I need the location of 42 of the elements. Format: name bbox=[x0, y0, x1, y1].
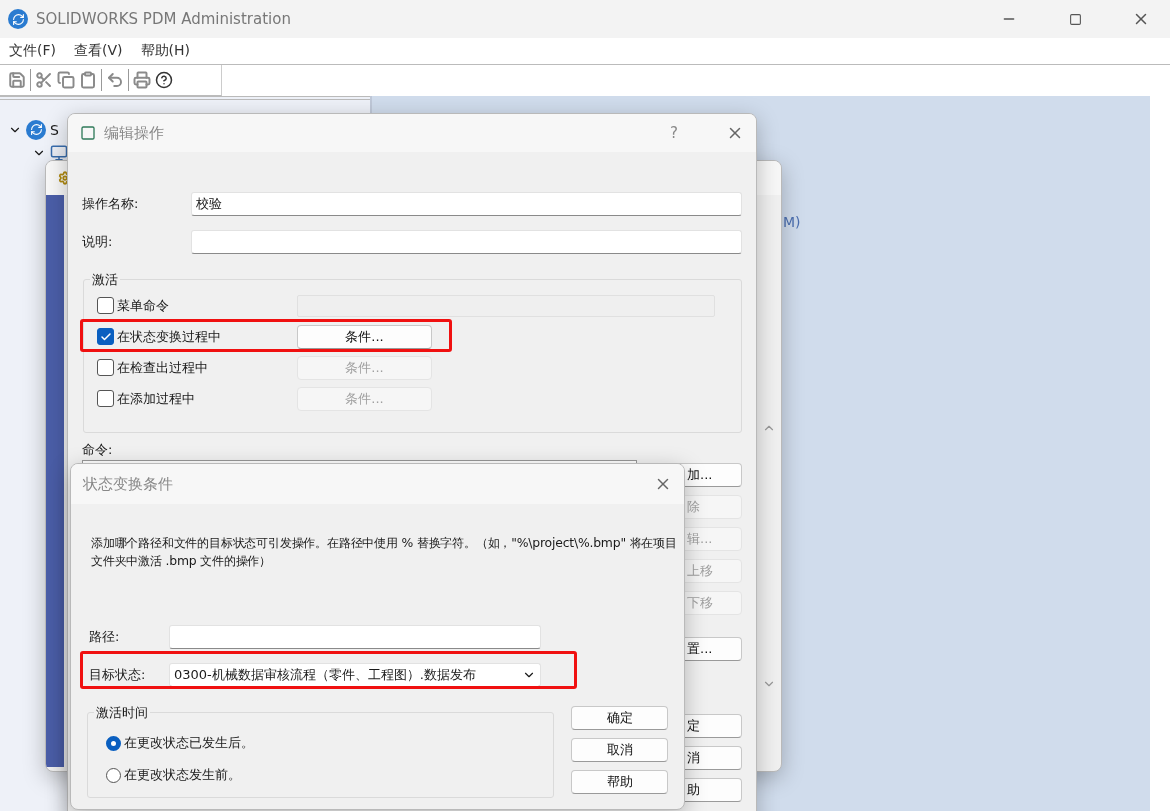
group-label: 激活 bbox=[90, 271, 120, 289]
checkbox[interactable] bbox=[97, 390, 114, 407]
checkbox-label: 在状态变换过程中 bbox=[117, 327, 221, 346]
help-icon[interactable] bbox=[155, 71, 173, 89]
checkbox[interactable] bbox=[97, 297, 114, 314]
tree-item[interactable]: S bbox=[50, 121, 59, 138]
checkbox[interactable] bbox=[97, 359, 114, 376]
radio-label: 在更改状态已发生后。 bbox=[124, 734, 254, 752]
radio-label: 在更改状态发生前。 bbox=[124, 766, 241, 784]
dialog-button[interactable]: 确定 bbox=[571, 706, 668, 730]
text-field[interactable] bbox=[191, 230, 742, 254]
vault-icon bbox=[26, 119, 46, 140]
field-label: 目标状态: bbox=[89, 666, 147, 684]
maximize-icon[interactable] bbox=[1068, 12, 1082, 26]
field-label: 路径: bbox=[89, 628, 121, 646]
check-icon bbox=[99, 330, 112, 343]
target-state-dropdown[interactable]: 0300-机械数据审核流程（零件、工程图）.数据发布 bbox=[169, 663, 541, 687]
conditions-button[interactable]: 条件... bbox=[297, 324, 432, 349]
field-label: 命令: bbox=[82, 442, 113, 457]
dialog-title: 编辑操作 bbox=[104, 123, 165, 143]
field-label: 操作名称: bbox=[82, 195, 140, 213]
menu-item[interactable]: 帮助(H) bbox=[131, 42, 199, 60]
path-field[interactable] bbox=[169, 625, 541, 649]
checkbox[interactable] bbox=[97, 328, 114, 345]
group-label: 激活时间 bbox=[94, 704, 150, 722]
dialog-button[interactable]: 帮助 bbox=[571, 770, 668, 794]
menu-item[interactable]: 文件(F) bbox=[0, 42, 65, 60]
dialog-title: 状态变换条件 bbox=[83, 474, 174, 494]
text-field[interactable]: 校验 bbox=[191, 192, 742, 216]
monitor-icon bbox=[50, 143, 68, 162]
radio-button[interactable] bbox=[106, 735, 121, 751]
menu-item[interactable]: 查看(V) bbox=[65, 42, 132, 60]
dialog-button[interactable]: 取消 bbox=[571, 738, 668, 762]
checkbox-label: 在添加过程中 bbox=[117, 389, 195, 408]
radio-button[interactable] bbox=[106, 767, 121, 783]
window-title: SOLIDWORKS PDM Administration bbox=[36, 10, 292, 28]
link-text[interactable]: M) bbox=[783, 214, 801, 230]
field-label: 说明: bbox=[82, 233, 114, 251]
window-icon bbox=[80, 125, 96, 141]
checkbox-label: 在检查出过程中 bbox=[117, 358, 208, 377]
checkbox-label: 菜单命令 bbox=[117, 296, 169, 315]
app-icon bbox=[8, 9, 28, 29]
